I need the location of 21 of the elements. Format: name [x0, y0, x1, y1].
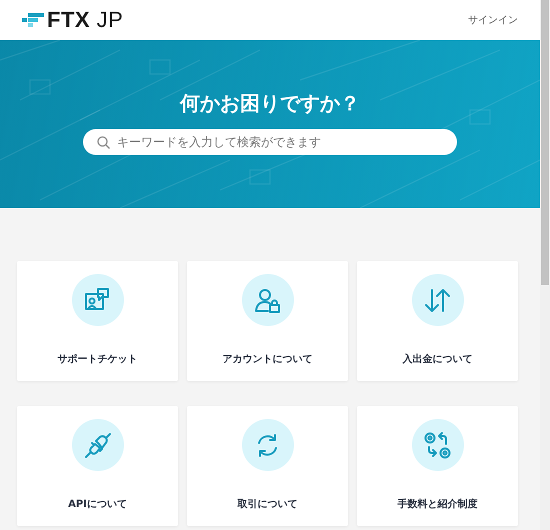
search-field[interactable]: キーワードを入力して検索ができます	[83, 129, 457, 155]
card-label: 手数料と紹介制度	[398, 497, 478, 511]
sign-in-link[interactable]: サインイン	[468, 13, 518, 27]
category-card[interactable]: 手数料と紹介制度	[357, 406, 518, 526]
scrollbar[interactable]	[540, 0, 550, 530]
coins-exchange-icon	[423, 430, 452, 460]
category-card[interactable]: 入出金について	[357, 261, 518, 381]
hero-title: 何かお困りですか？	[180, 90, 360, 117]
card-label: 取引について	[238, 498, 298, 511]
scrollbar-thumb[interactable]	[541, 0, 549, 285]
category-card[interactable]: サポートチケット	[17, 261, 178, 381]
category-card[interactable]: APIについて	[17, 406, 178, 526]
plug-icon	[83, 430, 112, 460]
category-card[interactable]: アカウントについて	[187, 261, 348, 381]
card-label: APIについて	[68, 498, 127, 511]
card-label: サポートチケット	[58, 353, 138, 366]
logo-text[interactable]: FTX JP	[47, 7, 124, 33]
card-label: アカウントについて	[222, 353, 312, 366]
category-card[interactable]: 取引について	[187, 406, 348, 526]
card-label: 入出金について	[402, 352, 472, 366]
logo-icon	[22, 13, 44, 27]
